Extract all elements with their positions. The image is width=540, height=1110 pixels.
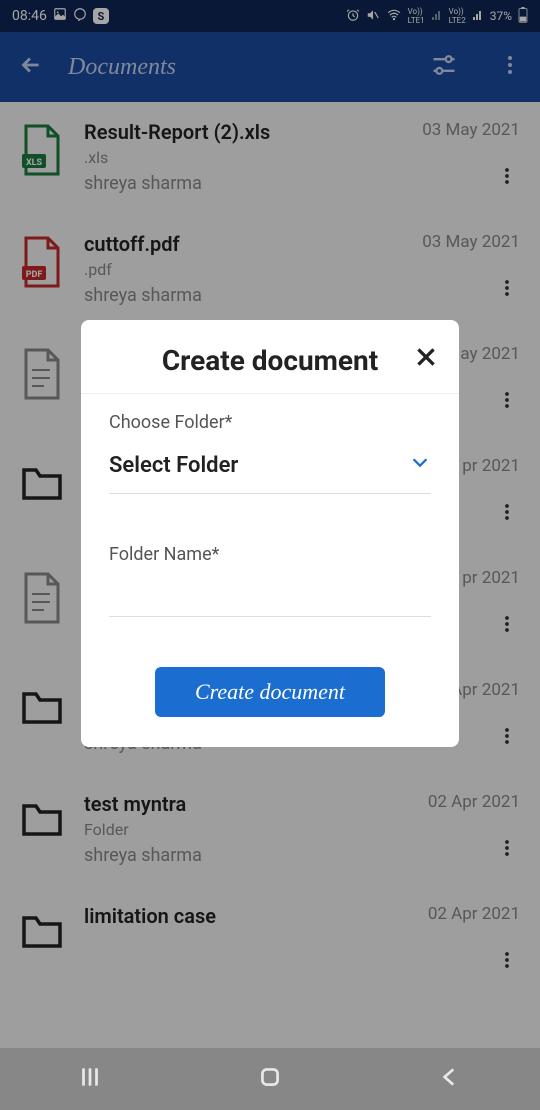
android-nav-bar: [0, 1048, 540, 1110]
folder-select[interactable]: Select Folder: [109, 443, 431, 494]
dialog-title: Create document: [162, 344, 378, 377]
android-back-button[interactable]: [437, 1064, 463, 1094]
folder-name-label: Folder Name*: [109, 544, 431, 565]
chevron-down-icon: [409, 451, 431, 479]
folder-select-value: Select Folder: [109, 453, 238, 478]
close-button[interactable]: [413, 344, 439, 374]
home-button[interactable]: [257, 1064, 283, 1094]
dialog-overlay[interactable]: Create document Choose Folder* Select Fo…: [0, 0, 540, 1110]
recent-apps-button[interactable]: [77, 1064, 103, 1094]
create-document-dialog: Create document Choose Folder* Select Fo…: [81, 320, 459, 747]
create-document-button[interactable]: Create document: [155, 667, 385, 717]
folder-name-input[interactable]: [109, 575, 431, 617]
choose-folder-label: Choose Folder*: [109, 412, 431, 433]
